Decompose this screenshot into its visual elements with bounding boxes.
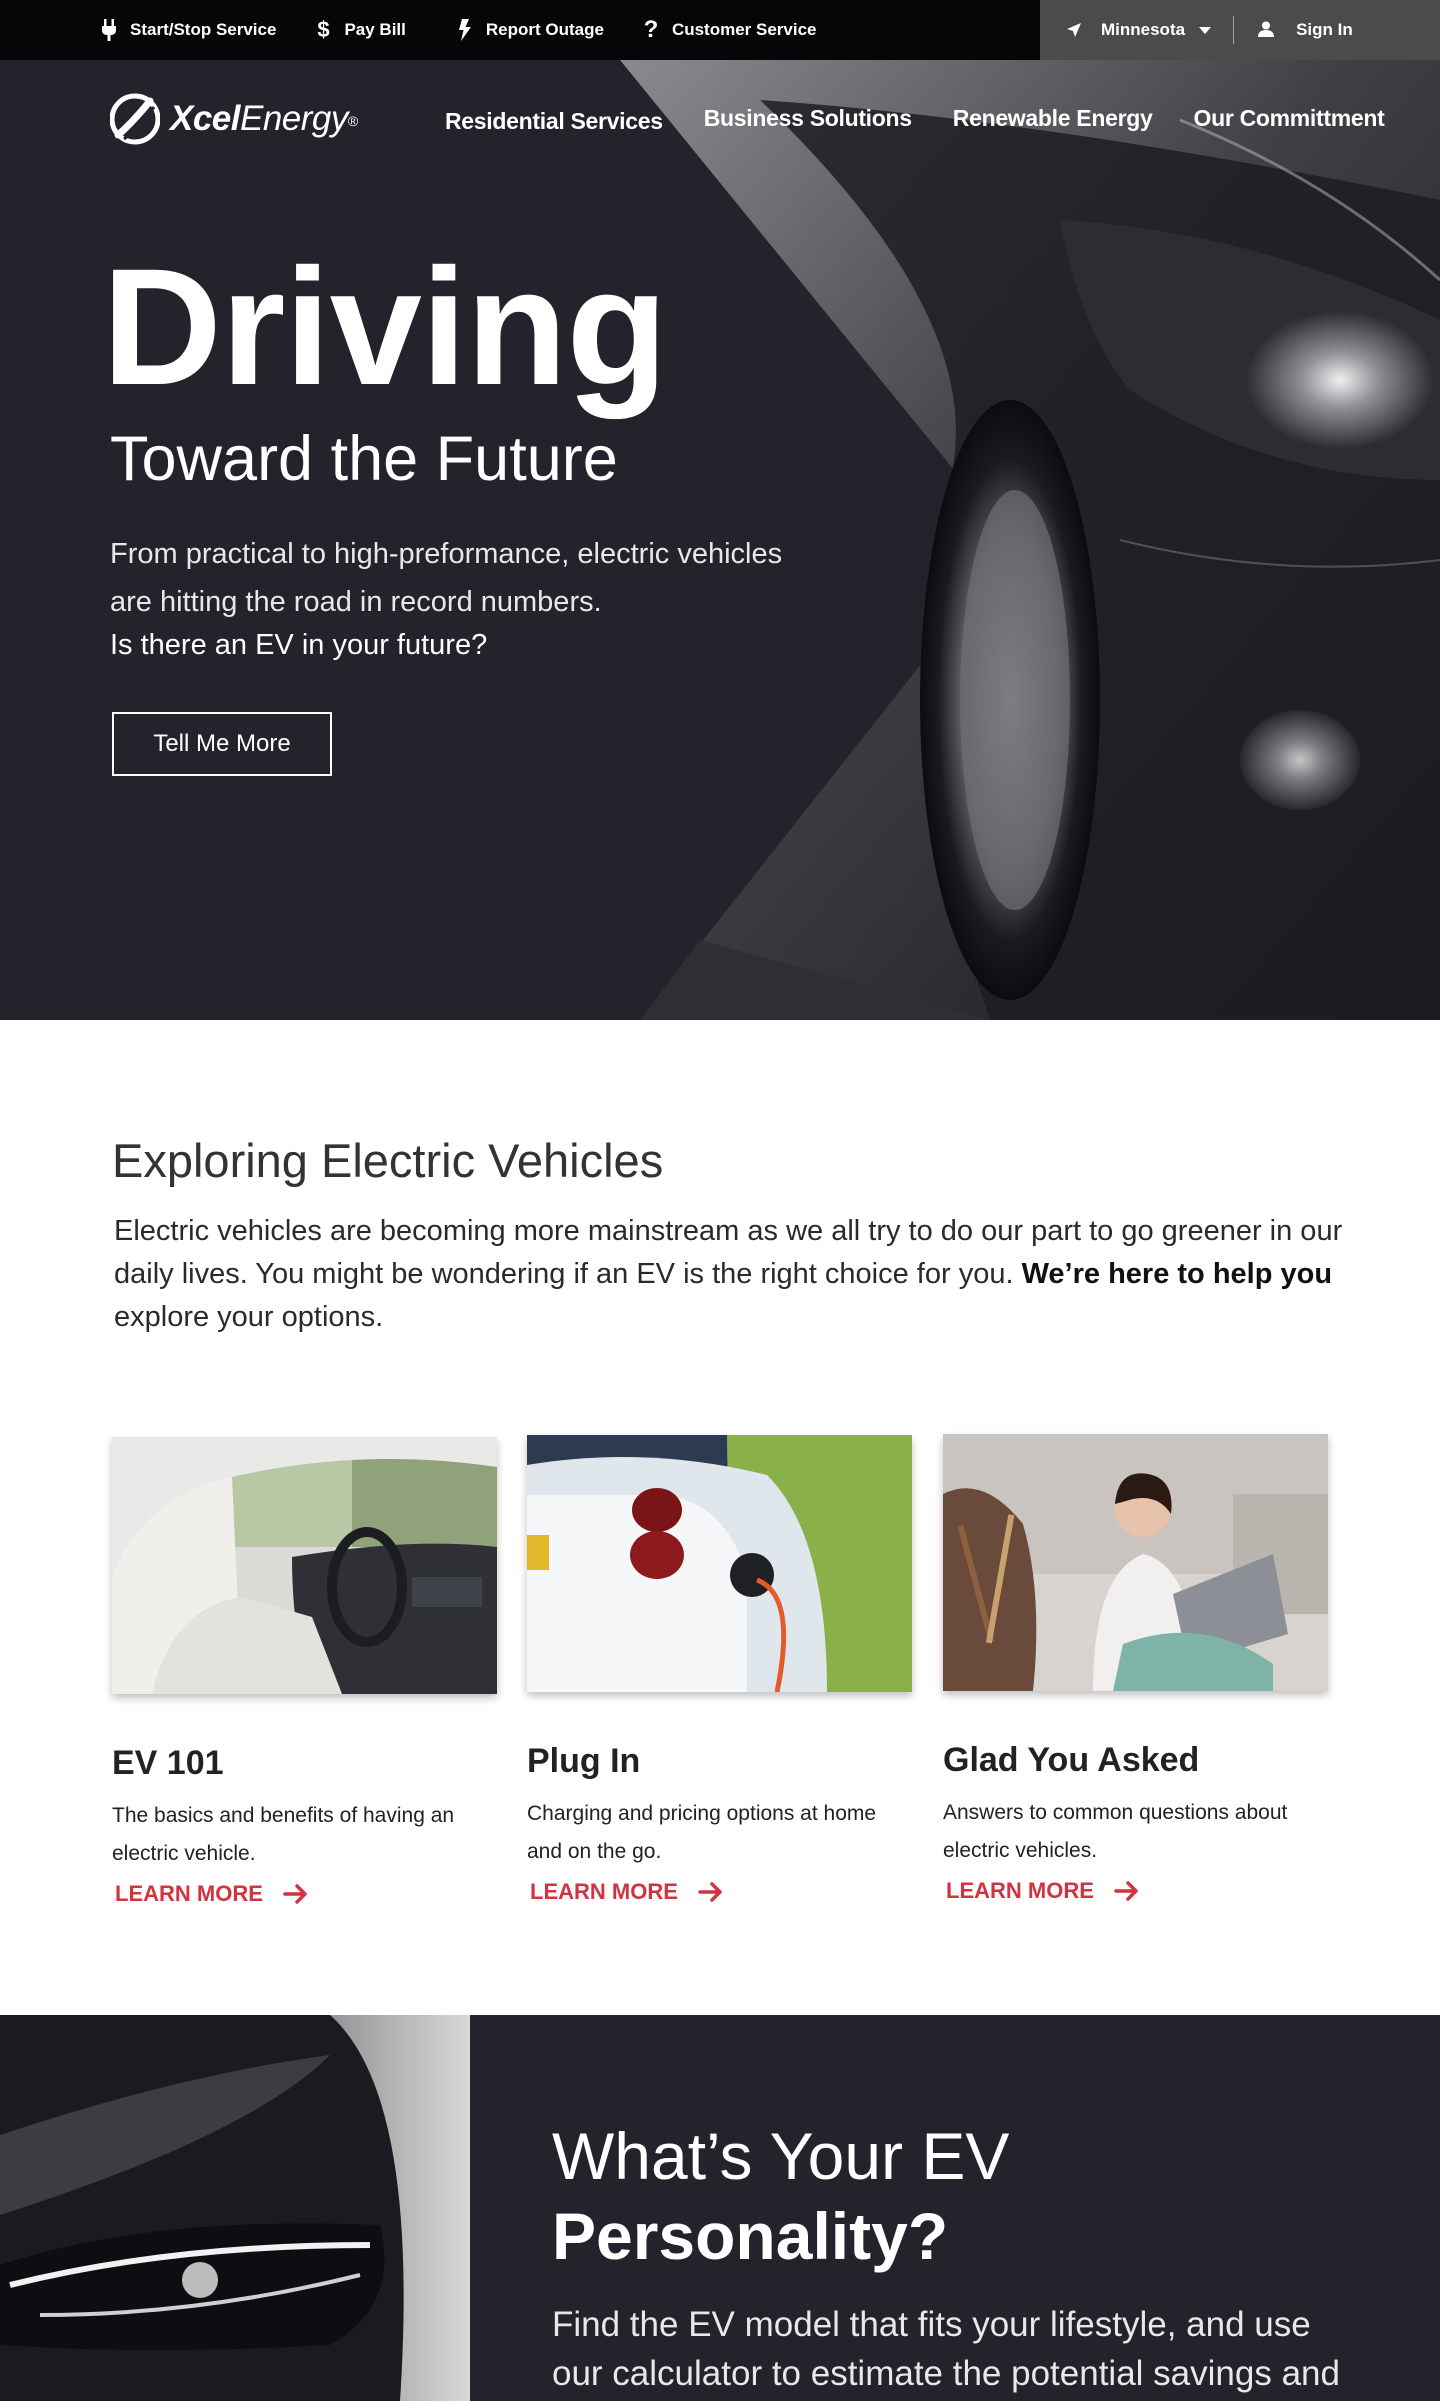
customer-service-label: Customer Service bbox=[671, 20, 817, 39]
learn-more-link[interactable]: LEARN MORE bbox=[115, 1881, 497, 1907]
divider bbox=[1233, 16, 1235, 44]
explore-body-end: explore your options. bbox=[114, 1301, 384, 1333]
customer-service-link[interactable]: ? Customer Service bbox=[642, 16, 817, 43]
utility-right-panel: Minnesota Sign In bbox=[1040, 0, 1440, 60]
nav-residential-services[interactable]: Residential Services bbox=[445, 108, 663, 135]
utility-links: Start/Stop Service $ Pay Bill Report Out… bbox=[100, 0, 855, 60]
logo-registered-mark: ® bbox=[347, 112, 358, 129]
location-arrow-icon bbox=[1067, 23, 1081, 37]
learn-more-link[interactable]: LEARN MORE bbox=[946, 1878, 1328, 1904]
nav-renewable-energy[interactable]: Renewable Energy bbox=[953, 105, 1153, 135]
location-label: Minnesota bbox=[1101, 20, 1186, 39]
hero-description: From practical to high-preformance, elec… bbox=[110, 538, 783, 618]
explore-paragraph: Electric vehicles are becoming more main… bbox=[114, 1210, 1344, 1339]
xcel-swoosh-icon bbox=[110, 93, 160, 145]
utility-bar: Start/Stop Service $ Pay Bill Report Out… bbox=[0, 0, 1440, 60]
ev-personality-section: What’s Your EV Personality? Find the EV … bbox=[0, 2015, 1440, 2401]
card-title: Glad You Asked bbox=[943, 1741, 1200, 1779]
card-plug-in: Plug In Charging and pricing options at … bbox=[527, 1435, 912, 1905]
arrow-right-icon bbox=[1114, 1881, 1140, 1901]
card-text: The basics and benefits of having an ele… bbox=[112, 1804, 455, 1865]
tell-me-more-button[interactable]: Tell Me More bbox=[112, 712, 332, 776]
user-icon bbox=[1258, 21, 1275, 39]
plug-icon bbox=[100, 19, 118, 41]
start-stop-service-label: Start/Stop Service bbox=[130, 20, 277, 39]
card-glad-you-asked: Glad You Asked Answers to common questio… bbox=[943, 1434, 1328, 1904]
arrow-right-icon bbox=[283, 1884, 309, 1904]
question-icon: ? bbox=[643, 16, 659, 43]
personality-body: Find the EV model that fits your lifesty… bbox=[552, 2305, 1340, 2393]
car-interior-image[interactable] bbox=[112, 1437, 497, 1694]
location-selector[interactable]: Minnesota bbox=[1067, 20, 1212, 40]
dollar-icon: $ bbox=[317, 17, 330, 42]
nav-our-commitment[interactable]: Our Committment bbox=[1193, 105, 1384, 135]
hero-subtitle: Toward the Future bbox=[110, 424, 618, 494]
learn-more-link[interactable]: LEARN MORE bbox=[530, 1879, 912, 1905]
personality-title-bold: Personality? bbox=[552, 2199, 949, 2273]
xcel-energy-logo[interactable]: XcelEnergy® bbox=[110, 93, 358, 145]
hero-section: XcelEnergy® Residential Services Busines… bbox=[0, 60, 1440, 1020]
learn-more-label: LEARN MORE bbox=[946, 1878, 1094, 1903]
hero-title: Driving bbox=[102, 235, 668, 420]
report-outage-link[interactable]: Report Outage bbox=[456, 19, 604, 41]
personality-title-light: What’s Your EV bbox=[552, 2119, 1010, 2193]
card-title: EV 101 bbox=[112, 1744, 224, 1782]
pay-bill-label: Pay Bill bbox=[344, 20, 406, 39]
chevron-down-icon bbox=[1199, 26, 1212, 34]
logo-bold-text: Xcel bbox=[170, 99, 241, 138]
lightning-icon bbox=[456, 19, 474, 41]
sign-in-link[interactable]: Sign In bbox=[1258, 20, 1353, 40]
card-text: Charging and pricing options at home and… bbox=[527, 1802, 877, 1863]
learn-more-label: LEARN MORE bbox=[115, 1881, 263, 1906]
card-text: Answers to common questions about electr… bbox=[943, 1801, 1288, 1862]
card-ev-101: EV 101 The basics and benefits of having… bbox=[112, 1437, 497, 1907]
nav-business-solutions[interactable]: Business Solutions bbox=[704, 105, 912, 135]
woman-laptop-image[interactable] bbox=[943, 1434, 1328, 1691]
logo-regular-text: Energy bbox=[240, 99, 348, 138]
start-stop-service-link[interactable]: Start/Stop Service bbox=[100, 19, 276, 41]
logo-wordmark: XcelEnergy® bbox=[170, 99, 358, 139]
car-charging-image[interactable] bbox=[527, 1435, 912, 1692]
car-headlight-image bbox=[0, 2015, 470, 2401]
hero-question: Is there an EV in your future? bbox=[110, 629, 488, 661]
explore-heading: Exploring Electric Vehicles bbox=[112, 1134, 664, 1187]
report-outage-label: Report Outage bbox=[485, 20, 604, 39]
learn-more-label: LEARN MORE bbox=[530, 1879, 678, 1904]
pay-bill-link[interactable]: $ Pay Bill bbox=[314, 17, 406, 42]
main-nav: Residential Services Business Solutions … bbox=[445, 105, 1426, 135]
card-title: Plug In bbox=[527, 1742, 641, 1780]
sign-in-label: Sign In bbox=[1296, 20, 1353, 39]
arrow-right-icon bbox=[698, 1882, 724, 1902]
explore-body-bold: We’re here to help you bbox=[1021, 1258, 1333, 1290]
